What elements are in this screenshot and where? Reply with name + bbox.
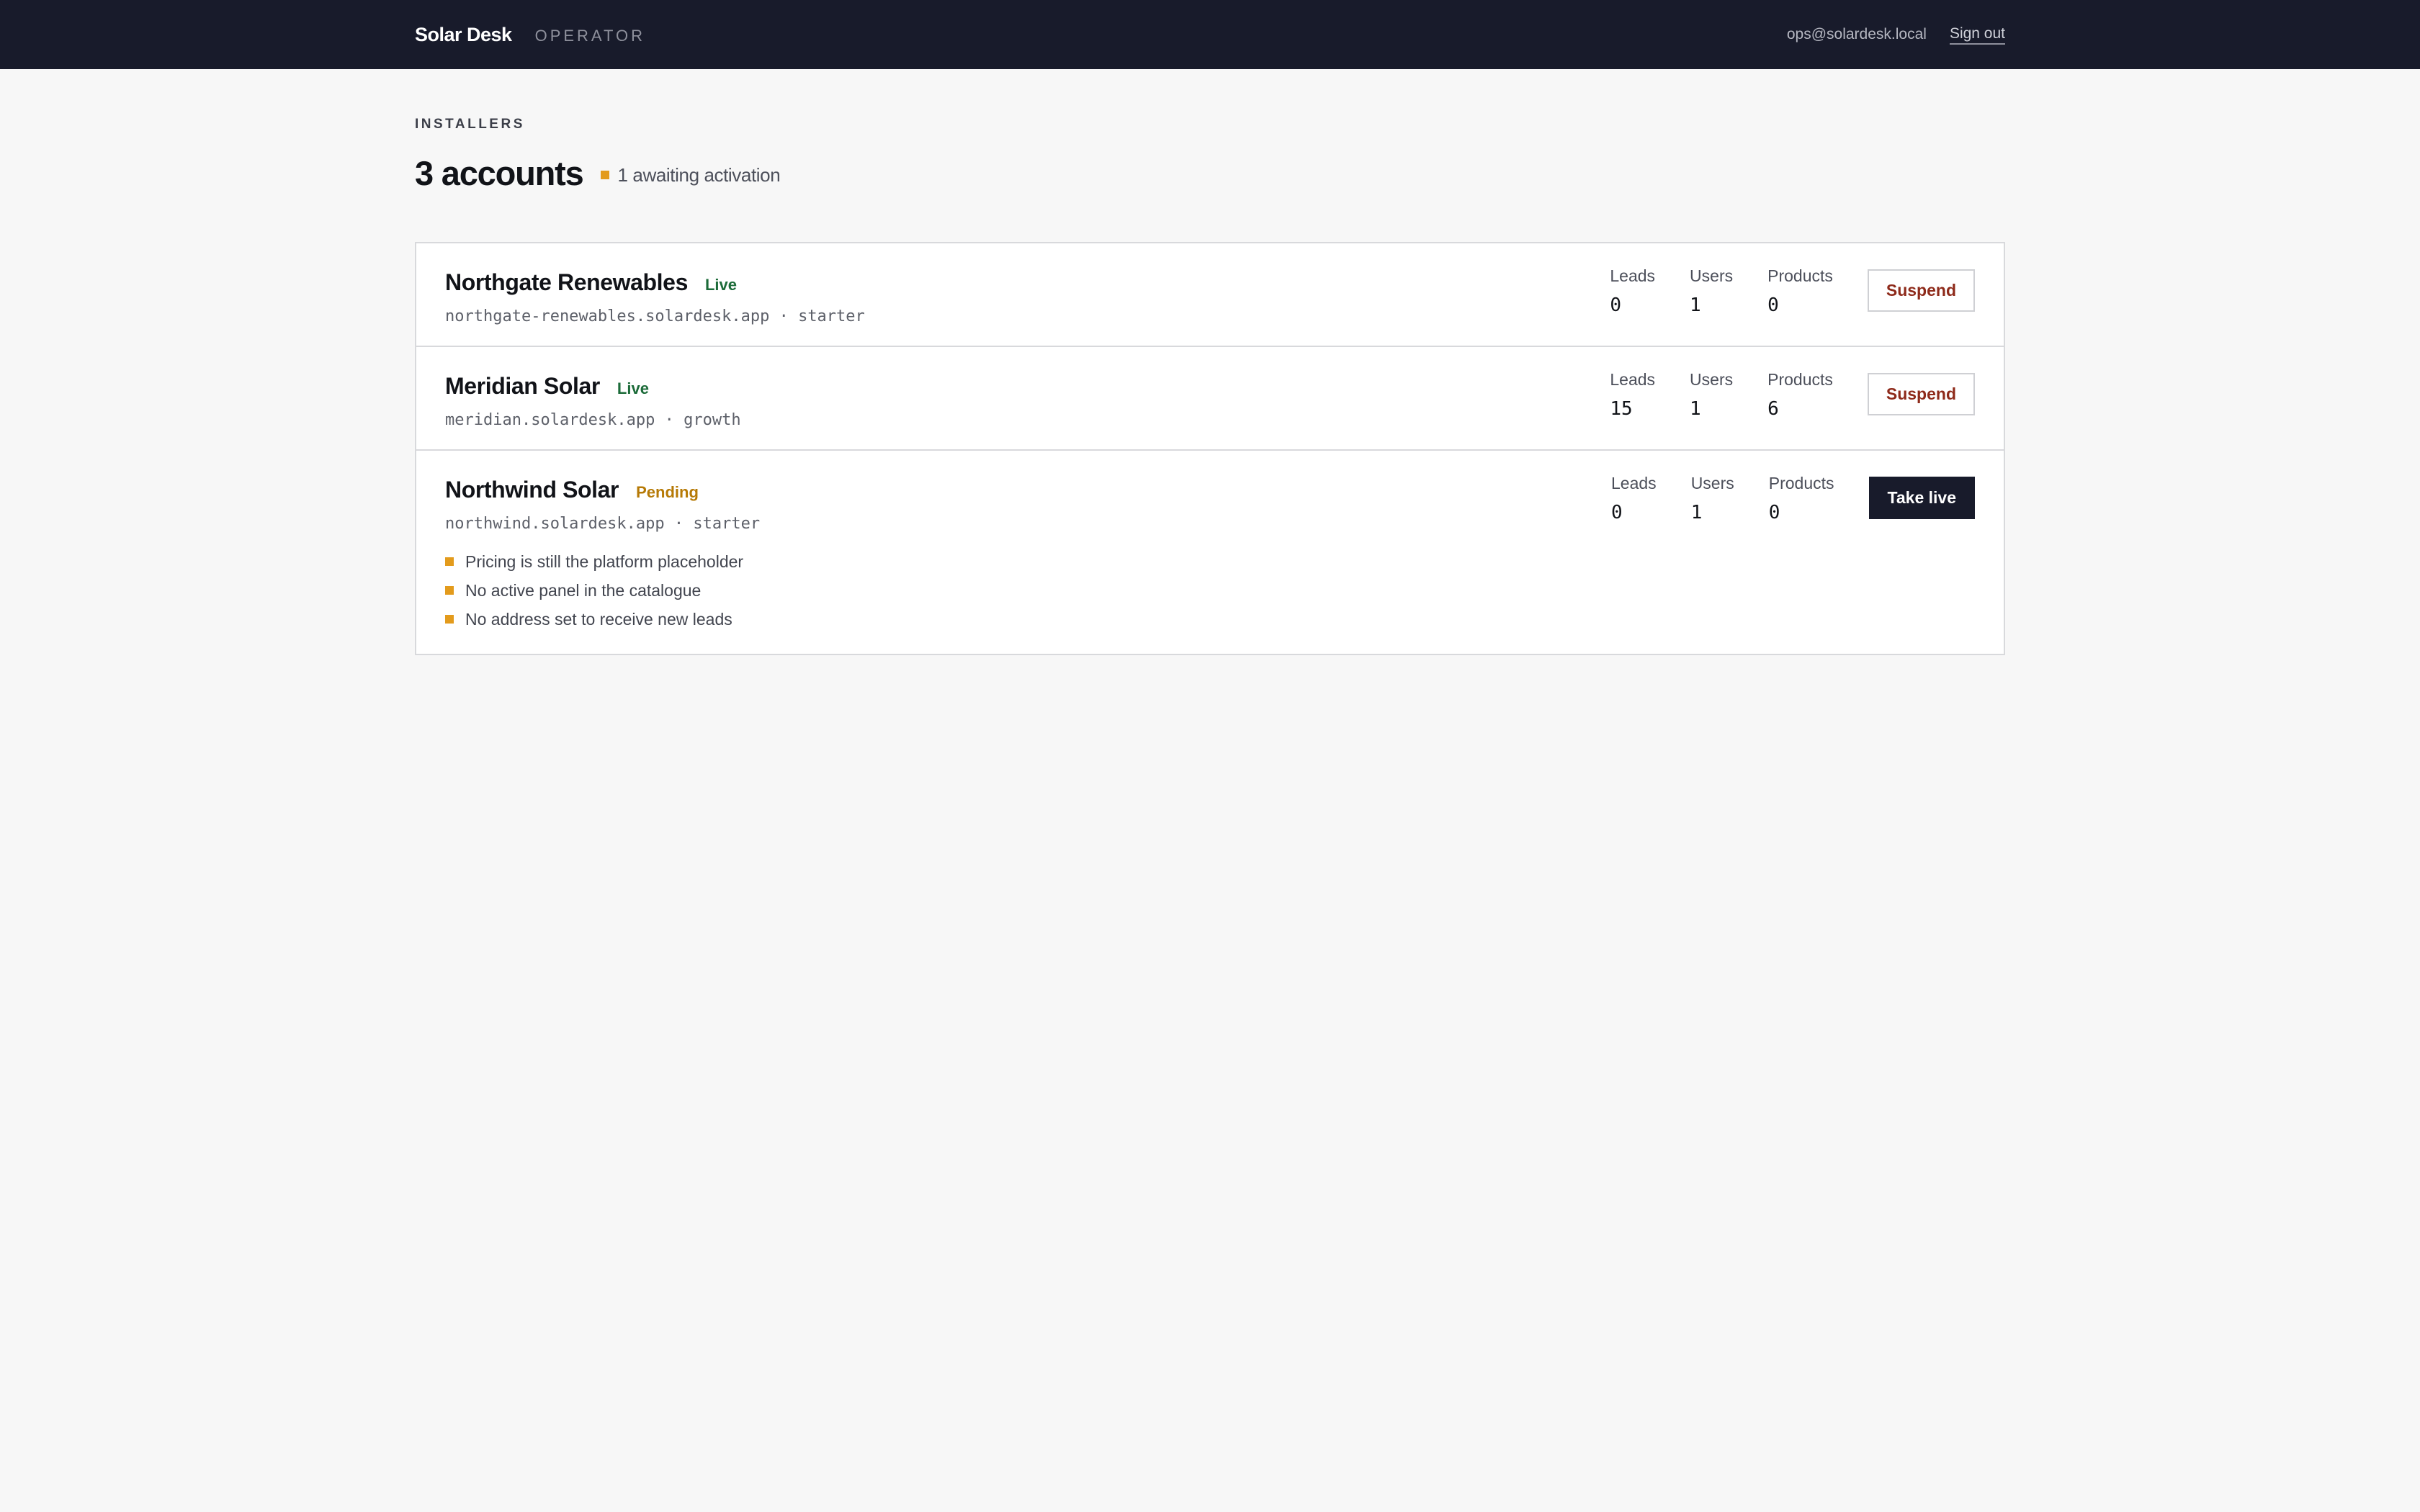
account-area: ops@solardesk.local Sign out (1787, 25, 2005, 45)
warning-square-icon (445, 557, 454, 566)
stat-value-products: 6 (1767, 398, 1779, 420)
activation-issue-text: Pricing is still the platform placeholde… (465, 552, 744, 571)
stat-label-products: Products (1767, 266, 1833, 285)
brand: Solar Desk OPERATOR (415, 24, 645, 46)
account-name[interactable]: Northgate Renewables (445, 269, 688, 296)
suspend-button[interactable]: Suspend (1867, 373, 1975, 415)
main-content: INSTALLERS 3 accounts 1 awaiting activat… (415, 69, 2005, 655)
stat-products: Products 6 (1767, 370, 1833, 420)
suspend-button[interactable]: Suspend (1867, 269, 1975, 312)
take-live-button[interactable]: Take live (1868, 477, 1975, 519)
warning-square-icon (445, 615, 454, 624)
stat-label-leads: Leads (1610, 266, 1656, 285)
account-stats: Leads 0 Users 1 Products 0 Take live (1611, 474, 1975, 523)
stat-value-users: 1 (1690, 294, 1701, 316)
account-name[interactable]: Northwind Solar (445, 477, 619, 503)
awaiting-activation-indicator: 1 awaiting activation (600, 163, 781, 186)
activation-issue: No active panel in the catalogue (445, 576, 1975, 605)
status-badge: Live (704, 276, 738, 294)
stat-label-users: Users (1690, 474, 1734, 492)
activation-issue: No address set to receive new leads (445, 605, 1975, 634)
stat-leads: Leads 0 (1610, 266, 1655, 316)
awaiting-activation-text: 1 awaiting activation (617, 163, 781, 186)
activation-issue-text: No address set to receive new leads (465, 609, 732, 629)
stat-products: Products 0 (1769, 474, 1834, 523)
brand-name[interactable]: Solar Desk (415, 24, 512, 46)
activation-issue: Pricing is still the platform placeholde… (445, 547, 1975, 576)
page-title: 3 accounts (415, 153, 584, 192)
account-row: Northwind Solar Pending northwind.solard… (416, 451, 2004, 654)
top-navigation-bar: Solar Desk OPERATOR ops@solardesk.local … (0, 0, 2420, 69)
stat-users: Users 1 (1690, 370, 1733, 420)
top-navigation-content: Solar Desk OPERATOR ops@solardesk.local … (415, 0, 2005, 69)
stat-value-leads: 0 (1611, 502, 1623, 523)
brand-role-label: OPERATOR (534, 26, 646, 45)
heading-row: 3 accounts 1 awaiting activation (415, 151, 2005, 194)
warning-square-icon (445, 586, 454, 595)
status-badge: Pending (636, 483, 699, 501)
stat-value-users: 1 (1690, 398, 1701, 420)
warning-square-icon (600, 171, 609, 179)
stat-label-users: Users (1690, 370, 1734, 389)
stat-value-leads: 15 (1610, 398, 1633, 420)
status-badge: Live (617, 379, 649, 397)
stat-leads: Leads 0 (1611, 474, 1657, 523)
stat-leads: Leads 15 (1610, 370, 1655, 420)
activation-issues-list: Pricing is still the platform placeholde… (445, 547, 1975, 634)
stat-value-products: 0 (1767, 294, 1779, 316)
stat-users: Users 1 (1691, 474, 1734, 523)
stat-value-products: 0 (1768, 502, 1780, 523)
stat-label-products: Products (1768, 474, 1834, 492)
account-row: Northgate Renewables Live northgate-rene… (416, 243, 2004, 347)
sign-out-link[interactable]: Sign out (1949, 25, 2005, 45)
stat-products: Products 0 (1767, 266, 1833, 316)
user-email: ops@solardesk.local (1786, 26, 1927, 42)
installer-accounts-list: Northgate Renewables Live northgate-rene… (415, 242, 2005, 655)
account-stats: Leads 0 Users 1 Products 0 Suspend (1610, 266, 1975, 316)
stat-label-users: Users (1690, 266, 1734, 285)
section-eyebrow: INSTALLERS (415, 117, 525, 132)
account-row: Meridian Solar Live meridian.solardesk.a… (416, 347, 2004, 451)
stat-label-leads: Leads (1610, 370, 1656, 389)
activation-issue-text: No active panel in the catalogue (465, 580, 702, 600)
stat-users: Users 1 (1690, 266, 1733, 316)
account-stats: Leads 15 Users 1 Products 6 Suspend (1610, 370, 1975, 420)
stat-label-leads: Leads (1611, 474, 1657, 492)
stat-value-leads: 0 (1610, 294, 1622, 316)
stat-label-products: Products (1767, 370, 1833, 389)
account-name[interactable]: Meridian Solar (445, 373, 600, 400)
stat-value-users: 1 (1690, 502, 1703, 523)
